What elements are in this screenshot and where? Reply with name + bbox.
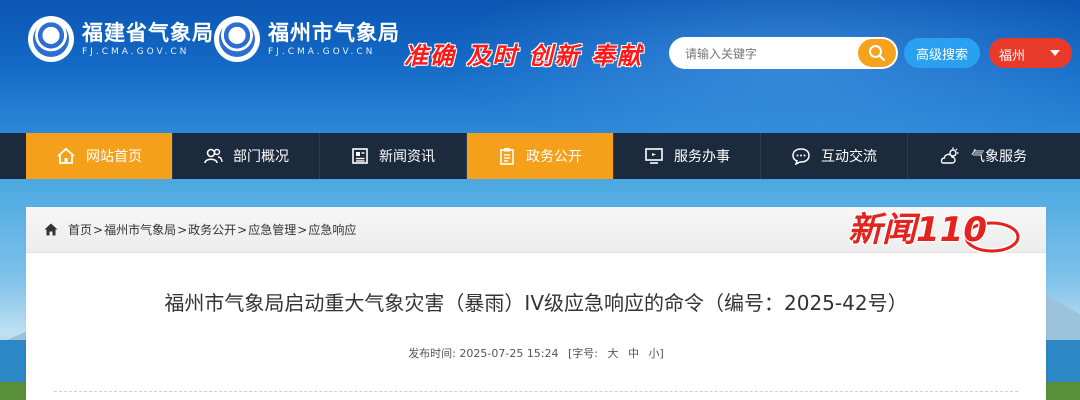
- site-header: 福建省气象局 FJ.CMA.GOV.CN 福州市气象局 FJ.CMA.GOV.C…: [0, 0, 1080, 133]
- breadcrumb-home[interactable]: 首页: [68, 221, 92, 238]
- news110-badge: 新闻110 NEWS 110: [847, 209, 1021, 261]
- nav-label: 网站首页: [86, 149, 142, 165]
- breadcrumb-separator: >: [177, 222, 188, 237]
- cma-logo-icon: [214, 16, 260, 62]
- people-icon: [204, 148, 223, 164]
- divider: [54, 391, 1018, 392]
- font-size-medium-button[interactable]: 中: [628, 347, 639, 360]
- home-icon: [44, 223, 58, 236]
- province-logo-link[interactable]: 福建省气象局 FJ.CMA.GOV.CN: [28, 16, 214, 62]
- city-select[interactable]: 福州: [989, 38, 1072, 68]
- nav-label: 气象服务: [971, 149, 1027, 165]
- breadcrumb-separator: >: [237, 222, 248, 237]
- clipboard-icon: [500, 148, 514, 165]
- chat-icon: [792, 148, 810, 165]
- breadcrumb-separator: >: [93, 222, 104, 237]
- breadcrumb: 首页 > 福州市气象局 > 政务公开 > 应急管理 > 应急响应: [44, 221, 356, 238]
- nav-item-department[interactable]: 部门概况: [173, 133, 320, 179]
- slogan: 准确 及时 创新 奉献: [404, 41, 644, 70]
- article-meta: 发布时间: 2025-07-25 15:24 [字号: 大 中 小]: [26, 345, 1046, 361]
- breadcrumb-separator: >: [297, 222, 308, 237]
- advanced-search-button[interactable]: 高级搜索: [904, 38, 980, 68]
- newspaper-icon: [352, 148, 368, 164]
- news110-badge-text: 新闻110: [848, 210, 987, 250]
- province-site-name: 福建省气象局: [82, 21, 214, 45]
- city-site-domain: FJ.CMA.GOV.CN: [268, 47, 376, 57]
- weather-icon: [940, 147, 959, 164]
- nav-label: 政务公开: [526, 149, 582, 165]
- breadcrumb-emergency-response[interactable]: 应急响应: [308, 221, 356, 238]
- nav-label: 互动交流: [821, 149, 877, 165]
- nav-label: 部门概况: [233, 149, 289, 165]
- publish-time: 发布时间: 2025-07-25 15:24: [408, 347, 559, 360]
- search-icon: [869, 45, 886, 62]
- article-card: 首页 > 福州市气象局 > 政务公开 > 应急管理 > 应急响应 新闻110 N…: [26, 207, 1046, 400]
- nav-label: 新闻资讯: [379, 149, 435, 165]
- home-icon: [57, 147, 75, 164]
- breadcrumb-government-affairs[interactable]: 政务公开: [188, 221, 236, 238]
- article-title: 福州市气象局启动重大气象灾害（暴雨）IV级应急响应的命令（编号：2025-42号…: [164, 291, 908, 315]
- province-site-domain: FJ.CMA.GOV.CN: [82, 47, 190, 57]
- search-button[interactable]: [858, 39, 896, 67]
- news110-badge-subtext: NEWS 110: [950, 252, 997, 261]
- font-size-large-button[interactable]: 大: [608, 347, 619, 360]
- city-site-name: 福州市气象局: [268, 21, 400, 45]
- breadcrumb-city-bureau[interactable]: 福州市气象局: [104, 221, 176, 238]
- nav-item-news[interactable]: 新闻资讯: [320, 133, 467, 179]
- nav-item-weather-service[interactable]: 气象服务: [908, 133, 1058, 179]
- font-size-label: [字号:: [568, 347, 599, 360]
- chevron-down-icon: [1050, 50, 1060, 56]
- cma-logo-icon: [28, 16, 74, 62]
- city-logo-link[interactable]: 福州市气象局 FJ.CMA.GOV.CN: [214, 16, 400, 62]
- monitor-icon: [645, 148, 663, 164]
- nav-label: 服务办事: [674, 149, 730, 165]
- search-input[interactable]: [683, 37, 857, 69]
- search-box: [669, 37, 898, 69]
- nav-item-government-affairs[interactable]: 政务公开: [467, 133, 614, 179]
- nav-item-interaction[interactable]: 互动交流: [761, 133, 908, 179]
- nav-item-services[interactable]: 服务办事: [614, 133, 761, 179]
- city-select-value: 福州: [999, 49, 1026, 64]
- nav-item-home[interactable]: 网站首页: [26, 133, 173, 179]
- font-size-small-button[interactable]: 小]: [649, 347, 664, 360]
- main-nav: 网站首页 部门概况 新闻资讯 政务公开 服务办事 互动交流 气象服务: [0, 133, 1080, 179]
- breadcrumb-emergency-management[interactable]: 应急管理: [248, 221, 296, 238]
